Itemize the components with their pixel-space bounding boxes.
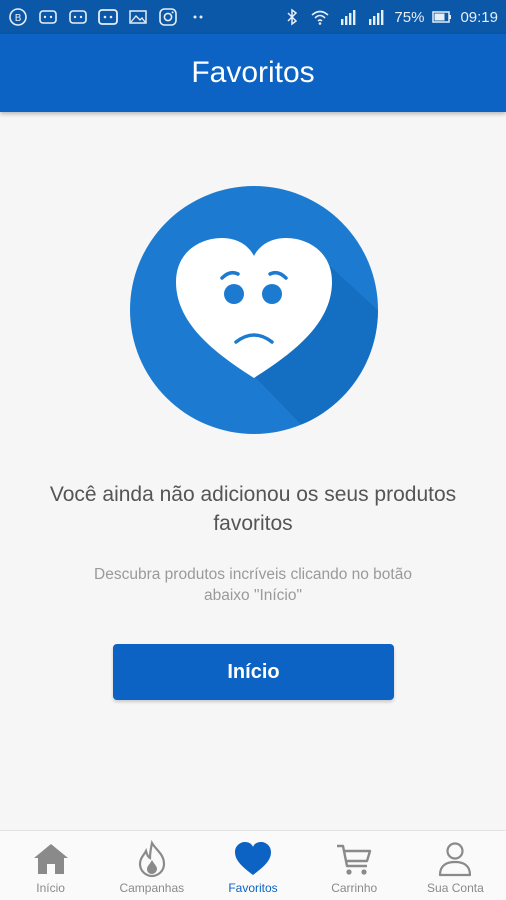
battery-icon (432, 7, 452, 27)
sad-heart-illustration (130, 186, 378, 434)
home-icon (29, 839, 73, 879)
chat-notification-icon (68, 7, 88, 27)
more-notifications-icon (188, 7, 208, 27)
nav-label: Sua Conta (427, 881, 484, 895)
signal-icon (338, 7, 358, 27)
sad-heart-icon (176, 238, 378, 434)
instagram-icon (158, 7, 178, 27)
flame-icon (130, 839, 174, 879)
nav-item-home[interactable]: Início (0, 831, 101, 900)
nav-item-favorites[interactable]: Favoritos (202, 831, 303, 900)
signal-icon (366, 7, 386, 27)
cart-icon (332, 839, 376, 879)
nav-item-account[interactable]: Sua Conta (405, 831, 506, 900)
chat-notification-icon (98, 7, 118, 27)
app-bar: Favoritos (0, 34, 506, 112)
nav-label: Carrinho (331, 881, 378, 895)
heart-icon (231, 839, 275, 879)
status-bar: B 75% 09:19 (0, 0, 506, 34)
page-title: Favoritos (191, 56, 315, 89)
nav-label: Início (36, 881, 65, 895)
bluetooth-icon (282, 7, 302, 27)
start-button[interactable]: Início (113, 644, 394, 700)
nav-item-cart[interactable]: Carrinho (304, 831, 405, 900)
system-icons: 75% 09:19 (282, 7, 498, 27)
battery-percent: 75% (394, 8, 425, 26)
empty-state-subtext: Descubra produtos incríveis clicando no … (94, 566, 412, 604)
bottom-nav: Início Campanhas Favoritos Carrinho Sua … (0, 830, 506, 900)
nav-label: Campanhas (119, 881, 185, 895)
notification-icons: B (8, 7, 208, 27)
clock: 09:19 (460, 8, 498, 26)
chat-notification-icon (38, 7, 58, 27)
nav-label: Favoritos (228, 881, 278, 895)
image-icon (128, 7, 148, 27)
svg-text:B: B (15, 13, 22, 24)
person-icon (433, 839, 477, 879)
wifi-icon (310, 7, 330, 27)
notification-b-icon: B (8, 7, 28, 27)
empty-state-headline: Você ainda não adicionou os seus produto… (49, 483, 457, 535)
nav-item-campaigns[interactable]: Campanhas (101, 831, 202, 900)
empty-favorites: Você ainda não adicionou os seus produto… (0, 112, 506, 830)
